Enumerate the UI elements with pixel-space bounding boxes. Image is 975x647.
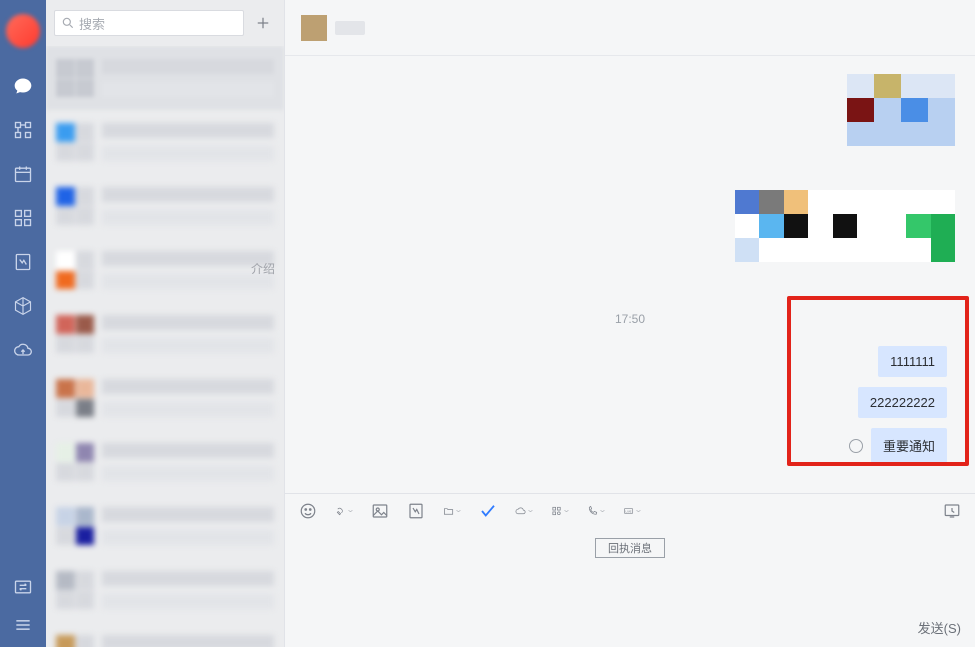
image-icon[interactable]	[371, 502, 389, 520]
chat-avatar[interactable]	[301, 15, 327, 41]
user-avatar[interactable]	[6, 14, 40, 48]
conversation-item[interactable]	[46, 110, 284, 174]
chat-title	[335, 21, 365, 35]
send-button[interactable]: 发送(S)	[918, 618, 961, 637]
send-row: 发送(S)	[285, 618, 975, 647]
nav-rail	[0, 0, 46, 647]
chevron-down-icon	[564, 507, 569, 515]
conversation-item[interactable]	[46, 494, 284, 558]
chevron-down-icon	[528, 507, 533, 515]
live-icon[interactable]: LIVE	[623, 502, 641, 520]
receipt-chip[interactable]: 回执消息	[595, 538, 665, 558]
search-row: 搜索	[46, 0, 284, 46]
message-image-2[interactable]	[735, 190, 955, 262]
chat-body: 17:50 1111111 222222222 重要通知	[285, 56, 975, 493]
message-image-1[interactable]	[847, 74, 955, 146]
folder-icon[interactable]	[443, 502, 461, 520]
emoji-icon[interactable]	[299, 502, 317, 520]
conversation-item[interactable]	[46, 46, 284, 110]
transfer-icon[interactable]	[13, 577, 33, 597]
conversation-item[interactable]	[46, 238, 284, 302]
calendar-icon[interactable]	[13, 164, 33, 184]
search-input[interactable]: 搜索	[54, 10, 244, 36]
cube-icon[interactable]	[13, 296, 33, 316]
call-icon[interactable]	[587, 502, 605, 520]
history-icon[interactable]	[943, 502, 961, 520]
cloud-icon[interactable]	[13, 340, 33, 360]
receipt-toggle-icon[interactable]	[479, 502, 497, 520]
search-placeholder: 搜索	[79, 14, 105, 33]
chevron-down-icon	[348, 507, 353, 515]
search-icon	[61, 16, 75, 30]
conversation-list: 搜索 介绍	[46, 0, 284, 647]
docs-icon[interactable]	[13, 252, 33, 272]
conversation-item[interactable]	[46, 558, 284, 622]
app-shortcut-icon[interactable]	[551, 502, 569, 520]
chevron-down-icon	[456, 507, 461, 515]
conv-snippet: 介绍	[251, 260, 275, 277]
chat-icon[interactable]	[13, 76, 33, 96]
add-button[interactable]	[250, 10, 276, 36]
cloud-attach-icon[interactable]	[515, 502, 533, 520]
conversation-item[interactable]	[46, 174, 284, 238]
conversation-item[interactable]	[46, 366, 284, 430]
conversation-item[interactable]	[46, 430, 284, 494]
conversation-item[interactable]	[46, 622, 284, 647]
input-area: LIVE 回执消息 发送(S)	[285, 493, 975, 647]
apps-icon[interactable]	[13, 120, 33, 140]
svg-text:LIVE: LIVE	[626, 509, 632, 513]
grid-icon[interactable]	[13, 208, 33, 228]
conversation-items	[46, 46, 284, 647]
chevron-down-icon	[600, 507, 605, 515]
doc-icon[interactable]	[407, 502, 425, 520]
chevron-down-icon	[636, 507, 641, 515]
chat-pane: 17:50 1111111 222222222 重要通知	[284, 0, 975, 647]
conversation-item[interactable]	[46, 302, 284, 366]
chat-header	[285, 0, 975, 56]
input-toolbar: LIVE	[285, 494, 975, 528]
menu-icon[interactable]	[13, 615, 33, 635]
plus-icon	[254, 14, 272, 32]
annotation-highlight	[787, 296, 969, 466]
message-input[interactable]: 回执消息	[285, 528, 975, 618]
screenshot-icon[interactable]	[335, 502, 353, 520]
app-root: 搜索 介绍 17:50 1111111 222222222 重要通知	[0, 0, 975, 647]
